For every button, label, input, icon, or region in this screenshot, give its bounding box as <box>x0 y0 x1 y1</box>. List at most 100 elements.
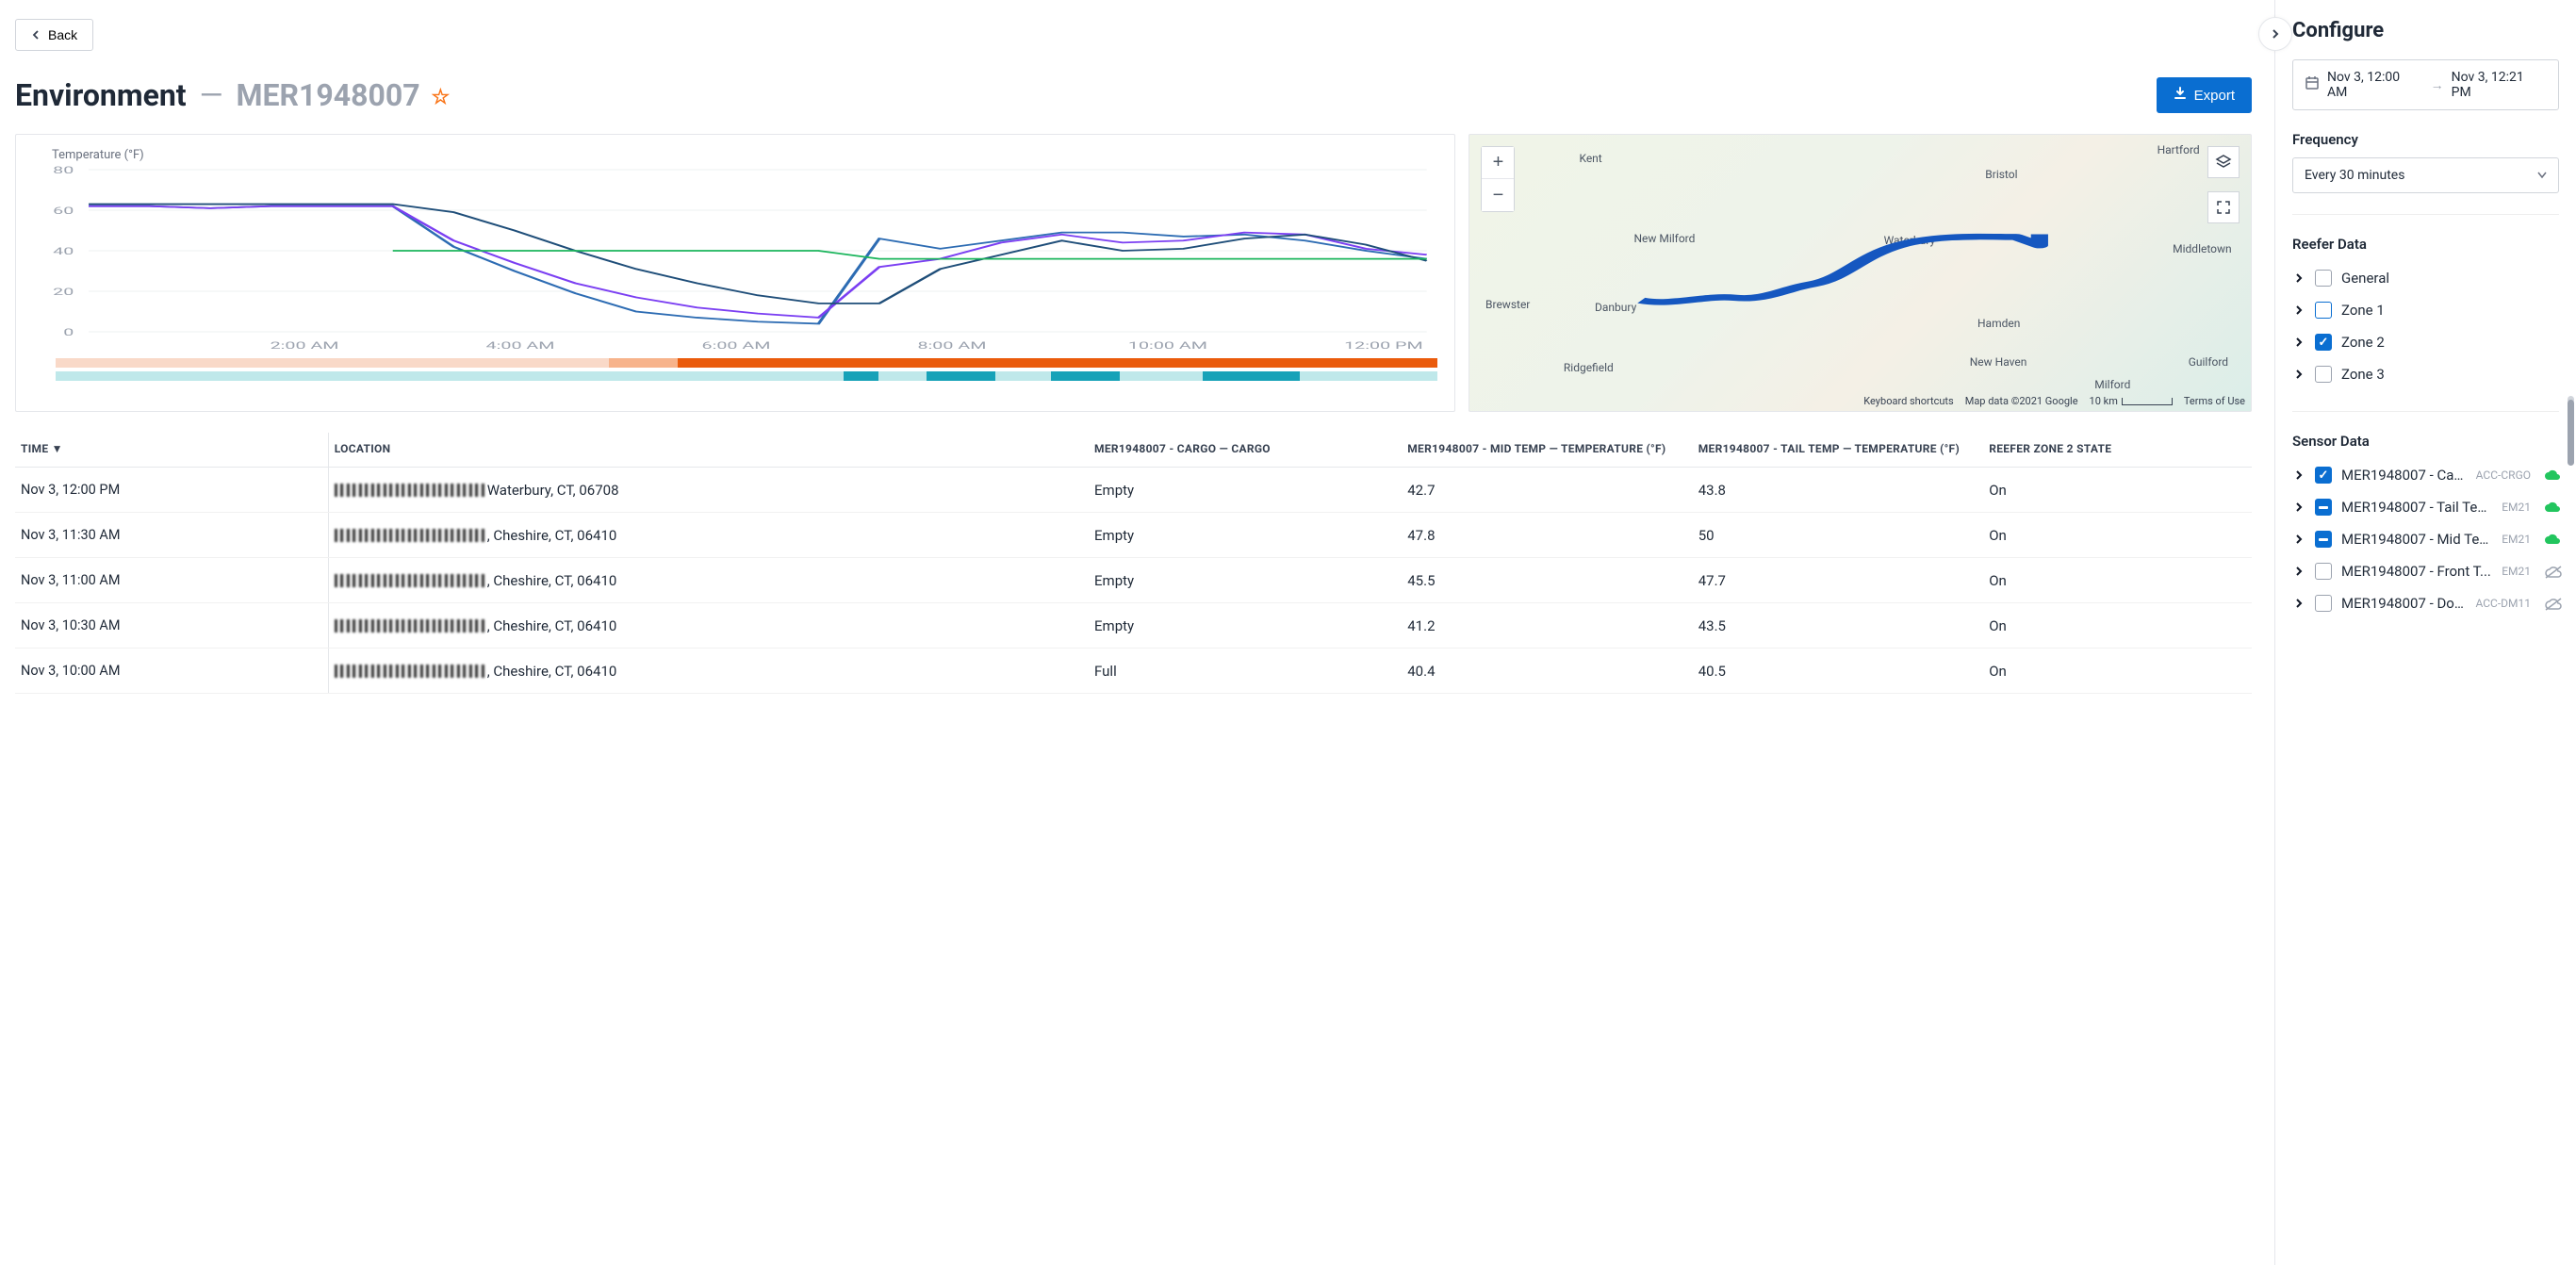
cloud-online-icon <box>2544 534 2559 545</box>
reefer-item[interactable]: Zone 1 <box>2292 294 2559 326</box>
chevron-right-icon <box>2292 565 2305 578</box>
map-zoom-out-button[interactable]: − <box>1482 179 1514 211</box>
svg-text:10:00 AM: 10:00 AM <box>1128 339 1207 351</box>
map-zoom-in-button[interactable]: + <box>1482 147 1514 179</box>
reefer-item[interactable]: Zone 2 <box>2292 326 2559 358</box>
chevron-right-icon <box>2292 533 2305 546</box>
sensor-item[interactable]: MER1948007 - DoorACC-DM11 <box>2292 587 2559 619</box>
col-tail-temp[interactable]: MER1948007 - TAIL TEMP — TEMPERATURE (°F… <box>1693 433 1983 468</box>
chevron-right-icon <box>2292 368 2305 381</box>
timeline-door-state <box>56 371 1437 381</box>
cell-mid-temp: 41.2 <box>1402 603 1692 649</box>
cell-mid-temp: 45.5 <box>1402 558 1692 603</box>
map-data-attribution: Map data ©2021 Google <box>1965 395 2078 407</box>
frequency-select[interactable]: Every 30 minutes <box>2292 157 2559 193</box>
table-row[interactable]: Nov 3, 11:30 AM, Cheshire, CT, 06410Empt… <box>15 513 2252 558</box>
back-button[interactable]: Back <box>15 19 93 51</box>
cell-location: Waterbury, CT, 06708 <box>328 468 1089 513</box>
sensor-type-tag: EM21 <box>2502 565 2531 578</box>
frequency-label: Frequency <box>2292 131 2559 148</box>
map-attribution: Keyboard shortcuts Map data ©2021 Google… <box>1475 395 2245 407</box>
temperature-chart[interactable]: 0204060802:00 AM4:00 AM6:00 AM8:00 AM10:… <box>29 164 1441 353</box>
sensor-item[interactable]: MER1948007 - Tail Temp EM21 <box>2292 491 2559 523</box>
checkbox[interactable] <box>2315 366 2332 383</box>
table-row[interactable]: Nov 3, 11:00 AM, Cheshire, CT, 06410Empt… <box>15 558 2252 603</box>
sensor-item-label: MER1948007 - Mid Temp <box>2341 531 2492 548</box>
sidebar-scrollbar[interactable] <box>2568 396 2574 403</box>
checkbox[interactable] <box>2315 302 2332 319</box>
sensor-item-label: MER1948007 - Tail Temp <box>2341 499 2492 516</box>
title-main: Environment <box>15 77 187 113</box>
export-label: Export <box>2194 88 2235 104</box>
cell-zone2-state: On <box>1983 468 2252 513</box>
map-fullscreen-button[interactable] <box>2207 191 2240 223</box>
chart-title: Temperature (°F) <box>52 148 1441 162</box>
sensor-item[interactable]: MER1948007 - Mid TempEM21 <box>2292 523 2559 555</box>
cell-mid-temp: 47.8 <box>1402 513 1692 558</box>
reefer-item[interactable]: General <box>2292 262 2559 294</box>
col-time[interactable]: TIME ▼ <box>15 433 328 468</box>
map-keyboard-shortcuts[interactable]: Keyboard shortcuts <box>1863 395 1953 407</box>
checkbox[interactable] <box>2315 595 2332 612</box>
sensor-item[interactable]: MER1948007 - Front T... EM21 <box>2292 555 2559 587</box>
reefer-data-label: Reefer Data <box>2292 236 2559 253</box>
cell-time: Nov 3, 11:00 AM <box>15 558 328 603</box>
cell-zone2-state: On <box>1983 513 2252 558</box>
cloud-online-icon <box>2544 469 2559 481</box>
cell-location: , Cheshire, CT, 06410 <box>328 649 1089 694</box>
checkbox[interactable] <box>2315 334 2332 351</box>
svg-text:12:00 PM: 12:00 PM <box>1344 339 1423 351</box>
col-mid-temp[interactable]: MER1948007 - MID TEMP — TEMPERATURE (°F) <box>1402 433 1692 468</box>
cell-location: , Cheshire, CT, 06410 <box>328 603 1089 649</box>
configure-sidebar: Configure Nov 3, 12:00 AM → Nov 3, 12:21… <box>2274 0 2576 1265</box>
readings-table: TIME ▼ LOCATION MER1948007 - CARGO — CAR… <box>15 433 2252 694</box>
table-row[interactable]: Nov 3, 10:30 AM, Cheshire, CT, 06410Empt… <box>15 603 2252 649</box>
sensor-item[interactable]: MER1948007 - Cargo ACC-CRGO <box>2292 459 2559 491</box>
table-row[interactable]: Nov 3, 12:00 PMWaterbury, CT, 06708Empty… <box>15 468 2252 513</box>
redacted-address <box>335 574 485 587</box>
checkbox[interactable] <box>2315 499 2332 516</box>
redacted-address <box>335 529 485 542</box>
redacted-address <box>335 665 485 678</box>
chevron-left-icon <box>31 27 41 42</box>
cell-cargo: Full <box>1089 649 1402 694</box>
svg-text:8:00 AM: 8:00 AM <box>917 339 986 351</box>
reefer-item[interactable]: Zone 3 <box>2292 358 2559 390</box>
svg-text:2:00 AM: 2:00 AM <box>271 339 339 351</box>
map-terms-link[interactable]: Terms of Use <box>2184 395 2245 407</box>
date-range-picker[interactable]: Nov 3, 12:00 AM → Nov 3, 12:21 PM <box>2292 59 2559 110</box>
col-zone2-state[interactable]: REEFER ZONE 2 STATE <box>1983 433 2252 468</box>
cloud-online-icon <box>2544 501 2559 513</box>
star-icon[interactable]: ☆ <box>432 86 451 109</box>
sensor-type-tag: ACC-DM11 <box>2475 597 2531 610</box>
checkbox[interactable] <box>2315 531 2332 548</box>
route-map-panel[interactable]: KentHartfordBristolNew MilfordWaterburyM… <box>1468 134 2252 412</box>
checkbox[interactable] <box>2315 563 2332 580</box>
export-button[interactable]: Export <box>2157 77 2252 113</box>
chevron-right-icon <box>2292 271 2305 285</box>
collapse-sidebar-button[interactable] <box>2258 17 2292 51</box>
col-cargo[interactable]: MER1948007 - CARGO — CARGO <box>1089 433 1402 468</box>
caret-down-icon <box>2537 168 2547 183</box>
checkbox[interactable] <box>2315 467 2332 484</box>
title-separator: — <box>200 77 223 113</box>
sensor-item-label: MER1948007 - Cargo <box>2341 467 2467 484</box>
cell-cargo: Empty <box>1089 468 1402 513</box>
col-location[interactable]: LOCATION <box>328 433 1089 468</box>
chevron-right-icon <box>2292 501 2305 514</box>
table-row[interactable]: Nov 3, 10:00 AM, Cheshire, CT, 06410Full… <box>15 649 2252 694</box>
checkbox[interactable] <box>2315 270 2332 287</box>
cell-mid-temp: 42.7 <box>1402 468 1692 513</box>
sensor-type-tag: ACC-CRGO <box>2476 468 2531 482</box>
download-icon <box>2174 87 2187 104</box>
reefer-item-label: Zone 2 <box>2341 334 2559 351</box>
calendar-icon <box>2305 75 2320 94</box>
chevron-right-icon <box>2292 304 2305 317</box>
cell-location: , Cheshire, CT, 06410 <box>328 513 1089 558</box>
sensor-type-tag: EM21 <box>2502 501 2531 514</box>
reefer-item-label: Zone 1 <box>2341 302 2559 319</box>
sensor-item-label: MER1948007 - Front T... <box>2341 563 2492 580</box>
svg-text:0: 0 <box>63 326 74 337</box>
cell-location: , Cheshire, CT, 06410 <box>328 558 1089 603</box>
map-layers-button[interactable] <box>2207 146 2240 178</box>
